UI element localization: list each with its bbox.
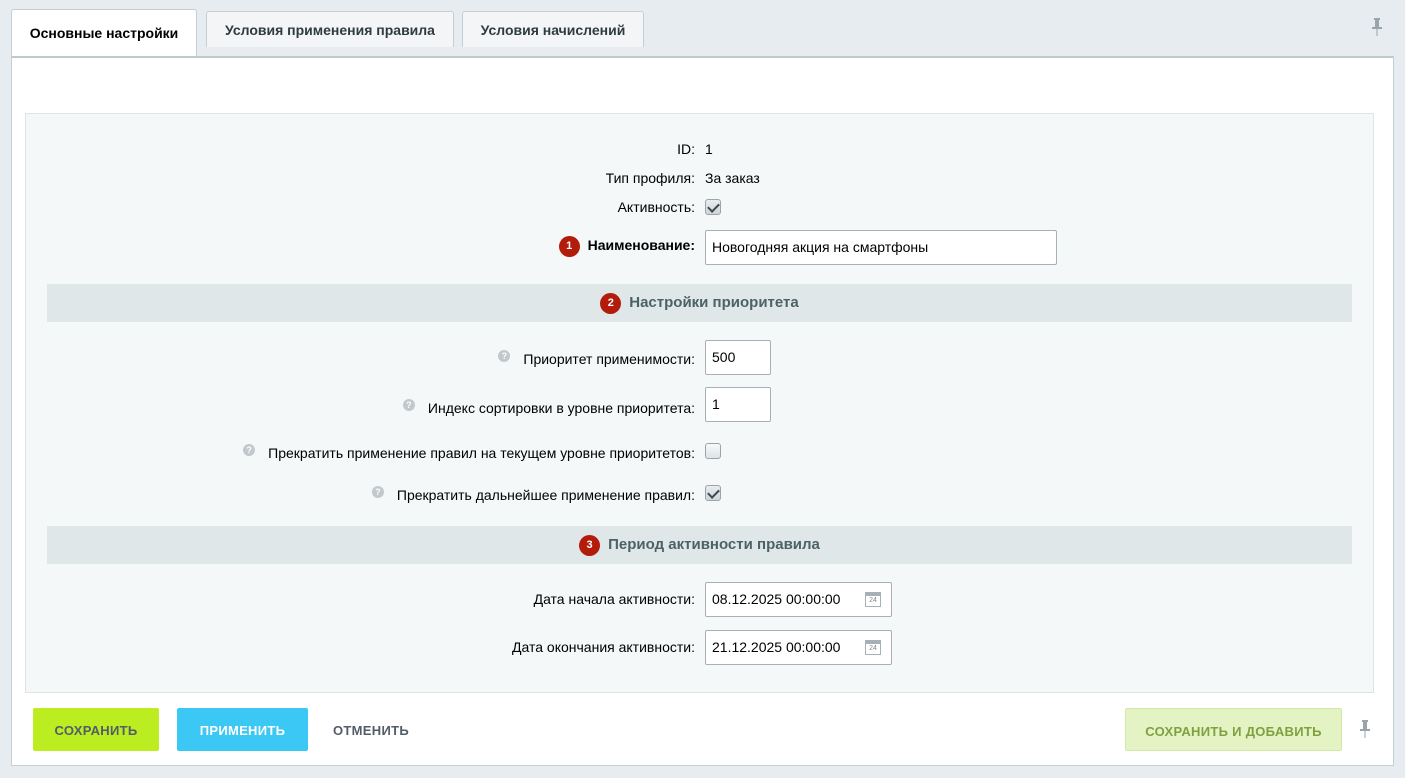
stop-level-checkbox[interactable] (705, 443, 721, 459)
stop-further-checkbox[interactable] (705, 485, 721, 501)
priority-label-wrap: ? Приоритет применимости: (498, 344, 695, 374)
stop-further-label-wrap: ? Прекратить дальнейшее применение правил… (371, 480, 695, 510)
id-row: ID: 1 (26, 134, 1373, 164)
pin-icon[interactable] (1359, 720, 1371, 743)
calendar-icon[interactable]: 24 (865, 640, 881, 655)
tab-rule-conditions[interactable]: Условия применения правила (206, 11, 454, 47)
active-checkbox[interactable] (705, 199, 721, 215)
id-label: ID: (677, 141, 695, 157)
name-label-wrap: 1 Наименование: (558, 230, 695, 260)
name-input[interactable]: Новогодняя акция на смартфоны (705, 230, 1057, 265)
apply-button[interactable]: ПРИМЕНИТЬ (177, 708, 308, 751)
priority-section-header: 2 Настройки приоритета (47, 284, 1352, 322)
calendar-icon[interactable]: 24 (865, 592, 881, 607)
tab-accrual-conditions[interactable]: Условия начислений (462, 11, 644, 47)
stop-level-label: Прекратить применение правил на текущем … (268, 445, 695, 461)
sort-label: Индекс сортировки в уровне приоритета: (427, 400, 695, 416)
active-label: Активность: (617, 199, 695, 215)
stop-level-row: ? Прекратить применение правил на текущем… (26, 438, 1373, 468)
step-badge-2: 2 (600, 292, 622, 314)
help-icon[interactable]: ? (243, 444, 256, 456)
step-badge-1: 1 (558, 235, 580, 257)
priority-section-title: Настройки приоритета (629, 294, 799, 311)
settings-form: ID: 1 Тип профиля: За заказ Активность: … (25, 113, 1374, 693)
cancel-button[interactable]: ОТМЕНИТЬ (327, 708, 409, 751)
start-date-label: Дата начала активности: (533, 591, 695, 607)
sort-row: ? Индекс сортировки в уровне приоритета: … (26, 387, 1373, 423)
pin-icon[interactable] (1371, 18, 1383, 41)
end-date-input[interactable]: 21.12.2025 00:00:00 24 (705, 630, 892, 665)
id-value: 1 (705, 141, 713, 157)
end-date-label: Дата окончания активности: (512, 639, 695, 655)
active-row: Активность: (26, 192, 1373, 222)
name-label: Наименование: (587, 237, 695, 253)
end-date-value: 21.12.2025 00:00:00 (712, 639, 841, 655)
step-badge-3: 3 (579, 534, 601, 556)
sort-index-input[interactable]: 1 (705, 387, 771, 422)
start-date-input[interactable]: 08.12.2025 00:00:00 24 (705, 582, 892, 617)
help-icon[interactable]: ? (371, 486, 384, 498)
stop-further-label: Прекратить дальнейшее применение правил: (396, 487, 695, 503)
tab-main-settings[interactable]: Основные настройки (11, 9, 197, 56)
stop-level-label-wrap: ? Прекратить применение правил на текущем… (243, 438, 695, 468)
start-date-row: Дата начала активности: 08.12.2025 00:00… (26, 582, 1373, 617)
period-section-header: 3 Период активности правила (47, 526, 1352, 564)
stop-further-row: ? Прекратить дальнейшее применение правил… (26, 480, 1373, 510)
priority-label: Приоритет применимости: (523, 351, 695, 367)
profile-type-label: Тип профиля: (605, 170, 695, 186)
save-button[interactable]: СОХРАНИТЬ (33, 708, 159, 751)
main-panel: ID: 1 Тип профиля: За заказ Активность: … (11, 56, 1394, 766)
end-date-row: Дата окончания активности: 21.12.2025 00… (26, 630, 1373, 665)
priority-input[interactable]: 500 (705, 340, 771, 375)
start-date-value: 08.12.2025 00:00:00 (712, 591, 841, 607)
period-section-title: Период активности правила (608, 536, 820, 553)
priority-row: ? Приоритет применимости: 500 (26, 340, 1373, 375)
help-icon[interactable]: ? (498, 350, 511, 362)
profile-type-value: За заказ (705, 170, 760, 186)
name-row: 1 Наименование: Новогодняя акция на смарт… (26, 230, 1373, 265)
help-icon[interactable]: ? (402, 399, 415, 411)
save-and-add-button[interactable]: СОХРАНИТЬ И ДОБАВИТЬ (1125, 708, 1342, 751)
profile-type-row: Тип профиля: За заказ (26, 163, 1373, 193)
sort-label-wrap: ? Индекс сортировки в уровне приоритета: (402, 393, 695, 423)
